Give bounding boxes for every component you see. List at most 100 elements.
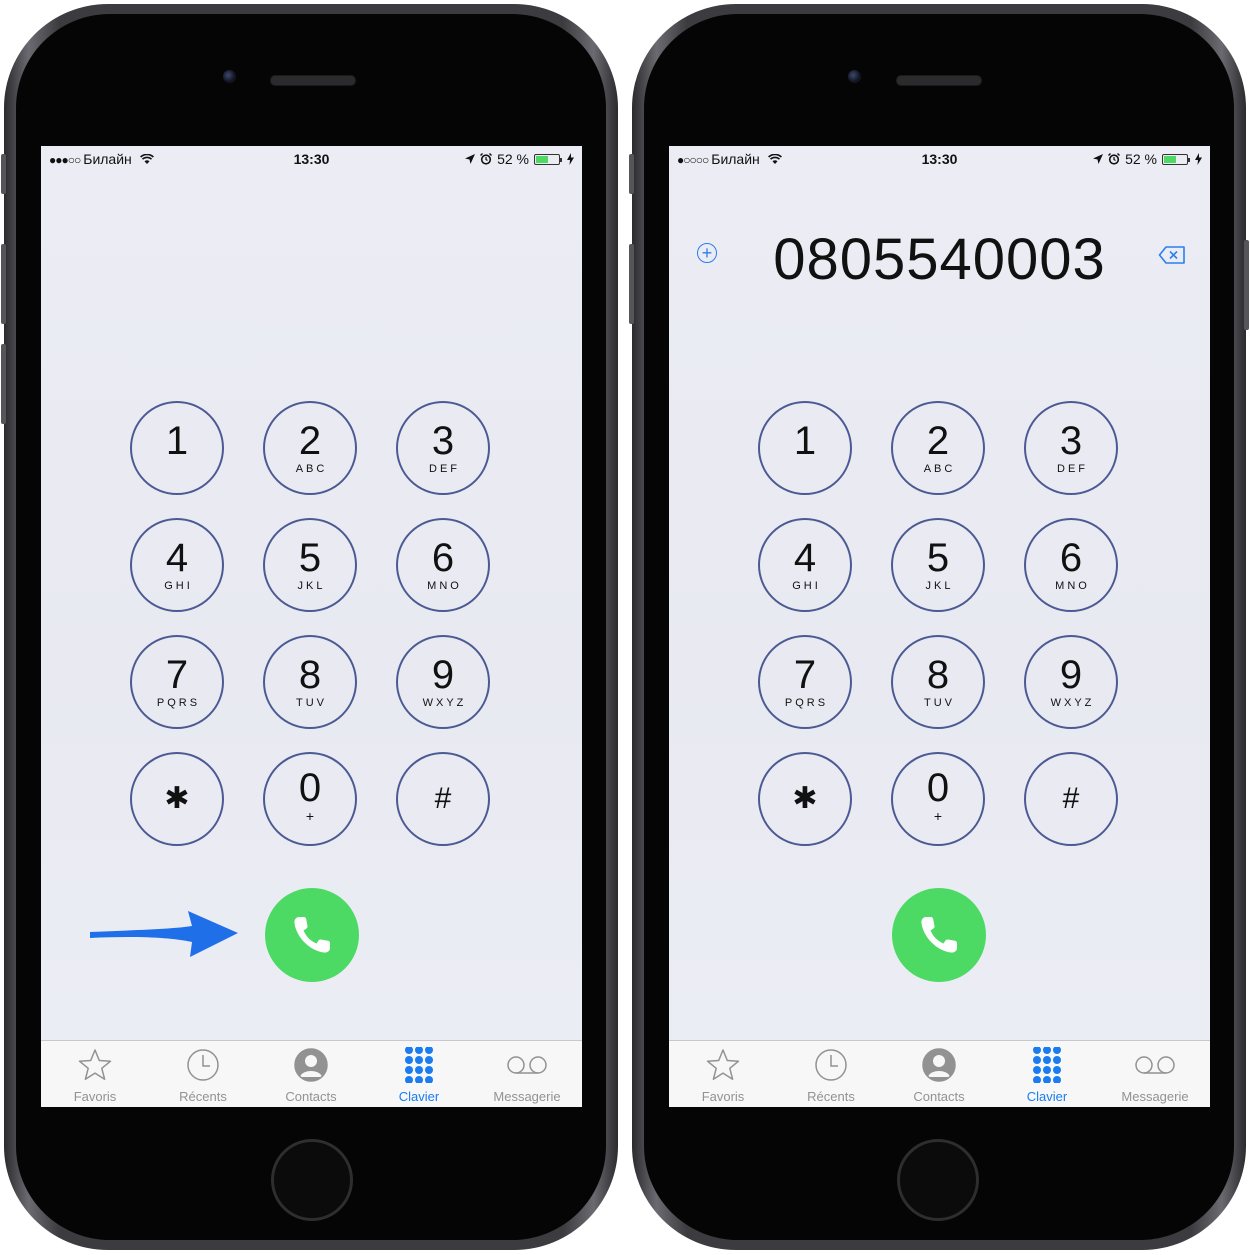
dialer-screen-empty: ●●●○○ Билайн 13:30 52 % 1 2 ABC 3 DEF 4 GHI 5 JKL… bbox=[41, 146, 582, 1107]
key-hash[interactable]: # bbox=[396, 752, 490, 846]
key-letters: JKL bbox=[925, 580, 954, 592]
key-digit: 3 bbox=[1059, 419, 1083, 463]
tab-contacts[interactable]: Contacts bbox=[257, 1047, 365, 1104]
key-digit: 3 bbox=[431, 419, 455, 463]
key-digit: # bbox=[1062, 782, 1080, 815]
key-0[interactable]: 0 + bbox=[263, 752, 357, 846]
key-8[interactable]: 8 TUV bbox=[891, 635, 985, 729]
key-letters: ABC bbox=[295, 463, 328, 475]
tab-label: Messagerie bbox=[493, 1089, 561, 1104]
tab-favoris[interactable]: Favoris bbox=[669, 1047, 777, 1104]
key-2[interactable]: 2 ABC bbox=[891, 401, 985, 495]
tab-clavier[interactable]: Clavier bbox=[993, 1046, 1101, 1104]
key-digit: 6 bbox=[1059, 536, 1083, 580]
phone-handset-icon bbox=[921, 917, 957, 953]
key-6[interactable]: 6 MNO bbox=[396, 518, 490, 612]
key-letters: DEF bbox=[1057, 463, 1088, 475]
key-3[interactable]: 3 DEF bbox=[1024, 401, 1118, 495]
dialed-number: 0805540003 bbox=[773, 227, 1106, 292]
key-letters: + bbox=[933, 808, 943, 824]
key-3[interactable]: 3 DEF bbox=[396, 401, 490, 495]
key-letters: GHI bbox=[792, 580, 821, 592]
battery-percent: 52 % bbox=[1125, 151, 1157, 167]
key-digit: 2 bbox=[298, 419, 322, 463]
tab-contacts[interactable]: Contacts bbox=[885, 1047, 993, 1104]
key-4[interactable]: 4 GHI bbox=[758, 518, 852, 612]
tab-messagerie[interactable]: Messagerie bbox=[1101, 1047, 1209, 1104]
key-2[interactable]: 2 ABC bbox=[263, 401, 357, 495]
key-7[interactable]: 7 PQRS bbox=[130, 635, 224, 729]
key-digit: 0 bbox=[926, 766, 950, 810]
key-letters: PQRS bbox=[784, 697, 829, 709]
tab-rcents[interactable]: Récents bbox=[777, 1047, 885, 1104]
call-button[interactable] bbox=[892, 888, 986, 982]
dialer-screen-number: ●○○○○ Билайн 13:30 52 % + 0805540003 1 2 AB… bbox=[669, 146, 1210, 1107]
key-5[interactable]: 5 JKL bbox=[263, 518, 357, 612]
status-bar: ●○○○○ Билайн 13:30 52 % bbox=[669, 146, 1210, 172]
key-digit: # bbox=[434, 782, 452, 815]
tab-label: Clavier bbox=[398, 1089, 440, 1104]
key-0[interactable]: 0 + bbox=[891, 752, 985, 846]
battery-icon bbox=[1162, 153, 1190, 165]
key-digit: 4 bbox=[793, 536, 817, 580]
key-letters: + bbox=[305, 808, 315, 824]
voicemail-icon bbox=[473, 1047, 581, 1083]
delete-backspace-icon[interactable] bbox=[1158, 245, 1186, 265]
earpiece-speaker bbox=[270, 75, 356, 86]
volume-up-button bbox=[629, 244, 634, 324]
front-camera bbox=[848, 70, 861, 83]
key-9[interactable]: 9 WXYZ bbox=[1024, 635, 1118, 729]
key-digit: 9 bbox=[431, 653, 455, 697]
tab-favoris[interactable]: Favoris bbox=[41, 1047, 149, 1104]
key-star[interactable]: ✱ bbox=[758, 752, 852, 846]
key-7[interactable]: 7 PQRS bbox=[758, 635, 852, 729]
battery-fill bbox=[1164, 155, 1177, 163]
key-1[interactable]: 1 bbox=[758, 401, 852, 495]
key-1[interactable]: 1 bbox=[130, 401, 224, 495]
key-digit: 1 bbox=[165, 419, 189, 463]
tab-label: Contacts bbox=[285, 1089, 337, 1104]
status-right: 52 % bbox=[465, 151, 574, 167]
call-button[interactable] bbox=[265, 888, 359, 982]
tab-label: Messagerie bbox=[1121, 1089, 1189, 1104]
key-letters: WXYZ bbox=[422, 697, 467, 709]
charging-bolt-icon bbox=[567, 153, 574, 165]
key-letters: TUV bbox=[296, 697, 327, 709]
tab-rcents[interactable]: Récents bbox=[149, 1047, 257, 1104]
key-letters: MNO bbox=[1055, 580, 1090, 592]
front-camera bbox=[223, 70, 236, 83]
key-digit: 5 bbox=[926, 536, 950, 580]
key-digit: 2 bbox=[926, 419, 950, 463]
home-button[interactable] bbox=[271, 1139, 353, 1221]
key-letters: ABC bbox=[923, 463, 956, 475]
key-letters: GHI bbox=[164, 580, 193, 592]
location-arrow-icon bbox=[1093, 154, 1104, 164]
key-hash[interactable]: # bbox=[1024, 752, 1118, 846]
key-9[interactable]: 9 WXYZ bbox=[396, 635, 490, 729]
tab-bar: Favoris Récents Contacts Clavier Messagerie bbox=[669, 1040, 1210, 1107]
clock-icon bbox=[777, 1047, 885, 1083]
tab-label: Récents bbox=[179, 1089, 227, 1104]
location-arrow-icon bbox=[465, 154, 476, 164]
alarm-icon bbox=[480, 153, 493, 165]
key-5[interactable]: 5 JKL bbox=[891, 518, 985, 612]
keypad-icon bbox=[365, 1046, 473, 1084]
tab-bar: Favoris Récents Contacts Clavier Messagerie bbox=[41, 1040, 582, 1107]
volume-up-button bbox=[1, 244, 6, 324]
tab-label: Récents bbox=[807, 1089, 855, 1104]
tab-label: Contacts bbox=[913, 1089, 965, 1104]
tab-clavier[interactable]: Clavier bbox=[365, 1046, 473, 1104]
earpiece-speaker bbox=[896, 75, 982, 86]
key-8[interactable]: 8 TUV bbox=[263, 635, 357, 729]
mute-switch bbox=[1, 154, 6, 194]
key-digit: 5 bbox=[298, 536, 322, 580]
key-6[interactable]: 6 MNO bbox=[1024, 518, 1118, 612]
home-button[interactable] bbox=[897, 1139, 979, 1221]
battery-percent: 52 % bbox=[497, 151, 529, 167]
key-4[interactable]: 4 GHI bbox=[130, 518, 224, 612]
key-digit: 0 bbox=[298, 766, 322, 810]
key-star[interactable]: ✱ bbox=[130, 752, 224, 846]
tab-messagerie[interactable]: Messagerie bbox=[473, 1047, 581, 1104]
key-letters: WXYZ bbox=[1050, 697, 1095, 709]
person-icon bbox=[885, 1047, 993, 1083]
